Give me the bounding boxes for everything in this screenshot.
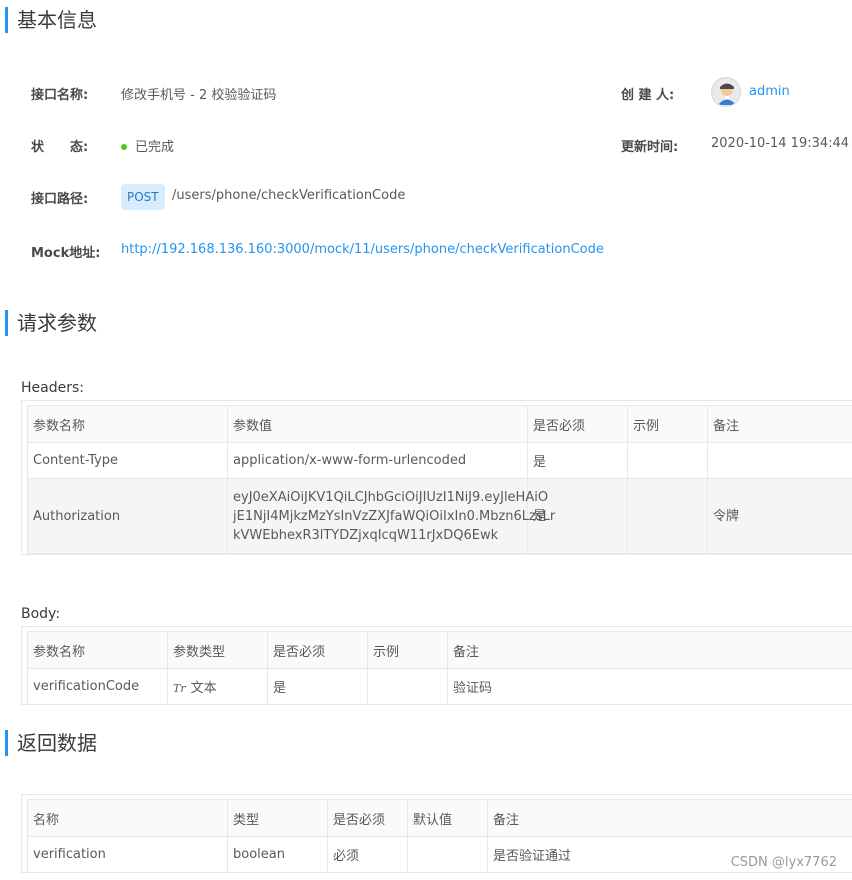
header-col-remark: 备注: [707, 405, 852, 443]
status-text: 已完成: [135, 140, 175, 155]
headers-title: Headers:: [21, 380, 84, 396]
header-col-param-value: 参数值: [227, 405, 528, 443]
api-path-value: /users/phone/checkVerificationCode: [172, 188, 406, 203]
cell-name: verification: [27, 836, 228, 872]
updated-time-value: 2020-10-14 19:34:44: [711, 136, 850, 151]
table-row: verification boolean 必须 是否验证通过: [27, 836, 852, 872]
mock-url-label: Mock地址:: [31, 246, 101, 261]
headers-table: 参数名称 参数值 是否必须 示例 备注 Content-Type applica…: [27, 405, 852, 554]
response-col-default: 默认值: [407, 799, 488, 837]
header-col-param-name: 参数名称: [27, 405, 228, 443]
response-table-container: 名称 类型 是否必须 默认值 备注 verification boolean 必…: [21, 794, 852, 873]
cell-required: 是: [267, 668, 368, 704]
table-row: Content-Type application/x-www-form-urle…: [27, 442, 852, 479]
status-dot-icon: [121, 143, 127, 150]
body-col-example: 示例: [367, 631, 448, 669]
cell-param-name: Content-Type: [27, 442, 228, 479]
body-table-container: 参数名称 参数类型 是否必须 示例 备注 verificationCode Tr…: [21, 626, 852, 705]
method-tag: POST: [121, 184, 165, 210]
body-col-required: 是否必须: [267, 631, 368, 669]
cell-remark: 令牌: [707, 478, 852, 554]
token-line: jE1NjI4MjkzMzYsInVzZXJfaWQiOiIxIn0.Mbzn6…: [233, 508, 556, 524]
updated-time-label: 更新时间:: [621, 140, 679, 155]
cell-example: [367, 668, 448, 704]
status-label: 状 态:: [31, 140, 89, 155]
table-row: verificationCode Tr 文本 是 验证码: [27, 668, 852, 704]
cell-remark: [707, 442, 852, 479]
response-col-required: 是否必须: [327, 799, 408, 837]
token-line: kVWEbhexR3lTYDZjxqIcqW11rJxDQ6Ewk: [233, 527, 499, 543]
header-col-required: 是否必须: [527, 405, 628, 443]
response-col-name: 名称: [27, 799, 228, 837]
api-name-value: 修改手机号 - 2 校验验证码: [121, 88, 277, 103]
mock-url-link[interactable]: http://192.168.136.160:3000/mock/11/user…: [121, 242, 604, 257]
cell-param-name: verificationCode: [27, 668, 168, 704]
cell-type: boolean: [227, 836, 328, 872]
watermark: CSDN @lyx7762: [730, 855, 837, 870]
api-name-label: 接口名称:: [31, 88, 89, 103]
avatar[interactable]: [711, 77, 741, 107]
headers-table-container: 参数名称 参数值 是否必须 示例 备注 Content-Type applica…: [21, 400, 852, 555]
table-row: Authorization eyJ0eXAiOiJKV1QiLCJhbGciOi…: [27, 478, 852, 554]
cell-param-value: application/x-www-form-urlencoded: [227, 442, 528, 479]
user-avatar-icon: [713, 79, 740, 106]
cell-example: [627, 478, 708, 554]
creator-label: 创 建 人:: [621, 88, 675, 103]
cell-param-type: Tr 文本: [167, 668, 268, 704]
param-type-text: 文本: [190, 681, 217, 696]
cell-required: 必须: [327, 836, 408, 872]
cell-remark: 验证码: [447, 668, 852, 704]
cell-required: 是: [527, 442, 628, 479]
response-col-type: 类型: [227, 799, 328, 837]
cell-param-name: Authorization: [27, 478, 228, 554]
header-col-example: 示例: [627, 405, 708, 443]
body-title: Body:: [21, 606, 61, 622]
api-path-label: 接口路径:: [31, 192, 89, 207]
response-col-remark: 备注: [487, 799, 852, 837]
creator-link[interactable]: admin: [749, 84, 790, 99]
cell-param-value: eyJ0eXAiOiJKV1QiLCJhbGciOiJIUzI1NiJ9.eyJ…: [227, 478, 556, 554]
text-type-icon: Tr: [173, 682, 186, 695]
response-table: 名称 类型 是否必须 默认值 备注 verification boolean 必…: [27, 799, 852, 872]
body-col-remark: 备注: [447, 631, 852, 669]
cell-default: [407, 836, 488, 872]
section-title-basic-info: 基本信息: [5, 7, 97, 33]
section-title-response-data: 返回数据: [5, 730, 97, 756]
section-title-request-params: 请求参数: [5, 310, 97, 336]
body-table: 参数名称 参数类型 是否必须 示例 备注 verificationCode Tr…: [27, 631, 852, 704]
body-col-param-name: 参数名称: [27, 631, 168, 669]
token-line: eyJ0eXAiOiJKV1QiLCJhbGciOiJIUzI1NiJ9.eyJ…: [233, 489, 549, 505]
body-col-param-type: 参数类型: [167, 631, 268, 669]
cell-example: [627, 442, 708, 479]
status-value: 已完成: [121, 136, 174, 155]
